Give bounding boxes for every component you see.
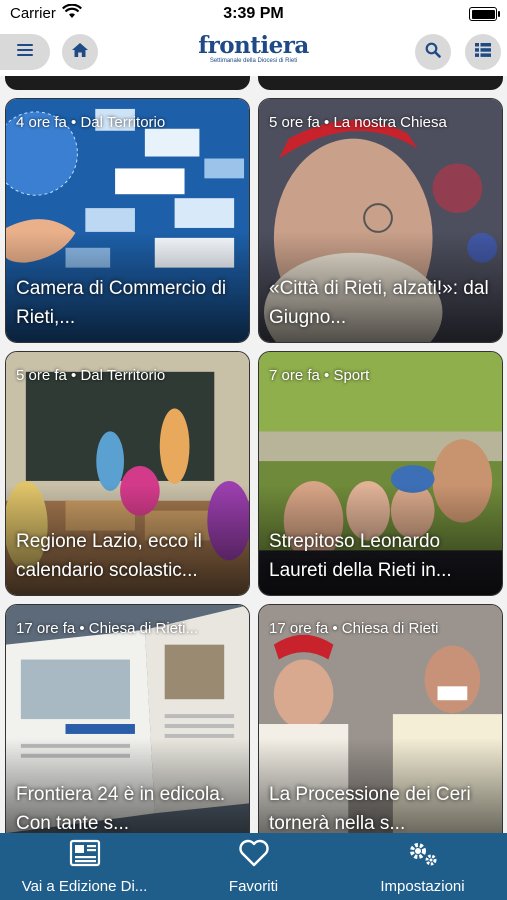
- article-meta: 4 ore fa • Dal Territorio: [16, 114, 166, 131]
- article-title: «Città di Rieti, alzati!»: dal Giugno...: [269, 278, 489, 328]
- partial-article-card[interactable]: [258, 76, 503, 90]
- search-icon: [425, 42, 441, 63]
- article-card[interactable]: 17 ore fa • Chiesa di Rieti... Frontiera…: [5, 604, 250, 833]
- search-button[interactable]: [415, 34, 451, 70]
- article-card[interactable]: 7 ore fa • Sport Strepitoso Leonardo Lau…: [258, 351, 503, 596]
- article-title: La Processione dei Ceri tornerà nella s.…: [269, 784, 471, 833]
- clock: 3:39 PM: [223, 5, 284, 22]
- tab-favorites[interactable]: Favoriti: [169, 833, 338, 900]
- tab-settings[interactable]: Impostazioni: [338, 833, 507, 900]
- battery-icon: [469, 7, 500, 21]
- list-icon: [475, 42, 491, 62]
- tab-settings-label: Impostazioni: [380, 878, 465, 895]
- article-meta: 17 ore fa • Chiesa di Rieti: [269, 620, 439, 637]
- article-meta: 7 ore fa • Sport: [269, 367, 370, 384]
- article-title: Strepitoso Leonardo Laureti della Rieti …: [269, 531, 452, 581]
- article-grid[interactable]: 4 ore fa • Dal Territorio Camera di Comm…: [0, 76, 507, 833]
- article-meta: 5 ore fa • Dal Territorio: [16, 367, 166, 384]
- article-title: Frontiera 24 è in edicola. Con tante s..…: [16, 784, 226, 833]
- app-header: frontiera Settimanale della Diocesi di R…: [0, 28, 507, 76]
- tab-edition[interactable]: Vai a Edizione Di...: [0, 833, 169, 900]
- article-title: Camera di Commercio di Rieti,...: [16, 278, 227, 328]
- article-card[interactable]: 5 ore fa • La nostra Chiesa «Città di Ri…: [258, 98, 503, 343]
- newspaper-icon: [69, 839, 101, 872]
- gears-icon: [406, 839, 440, 872]
- partial-article-card[interactable]: [5, 76, 250, 90]
- article-title: Regione Lazio, ecco il calendario scolas…: [16, 531, 202, 581]
- article-card[interactable]: 5 ore fa • Dal Territorio Regione Lazio,…: [5, 351, 250, 596]
- tab-bar: Vai a Edizione Di... Favoriti Impostazio…: [0, 833, 507, 900]
- article-meta: 17 ore fa • Chiesa di Rieti...: [16, 620, 199, 637]
- list-view-button[interactable]: [465, 34, 501, 70]
- tab-edition-label: Vai a Edizione Di...: [21, 878, 148, 895]
- status-bar: Carrier 3:39 PM: [0, 0, 507, 28]
- heart-icon: [238, 839, 270, 872]
- tab-favorites-label: Favoriti: [228, 878, 279, 895]
- article-card[interactable]: 17 ore fa • Chiesa di Rieti La Processio…: [258, 604, 503, 833]
- article-meta: 5 ore fa • La nostra Chiesa: [269, 114, 447, 131]
- article-card[interactable]: 4 ore fa • Dal Territorio Camera di Comm…: [5, 98, 250, 343]
